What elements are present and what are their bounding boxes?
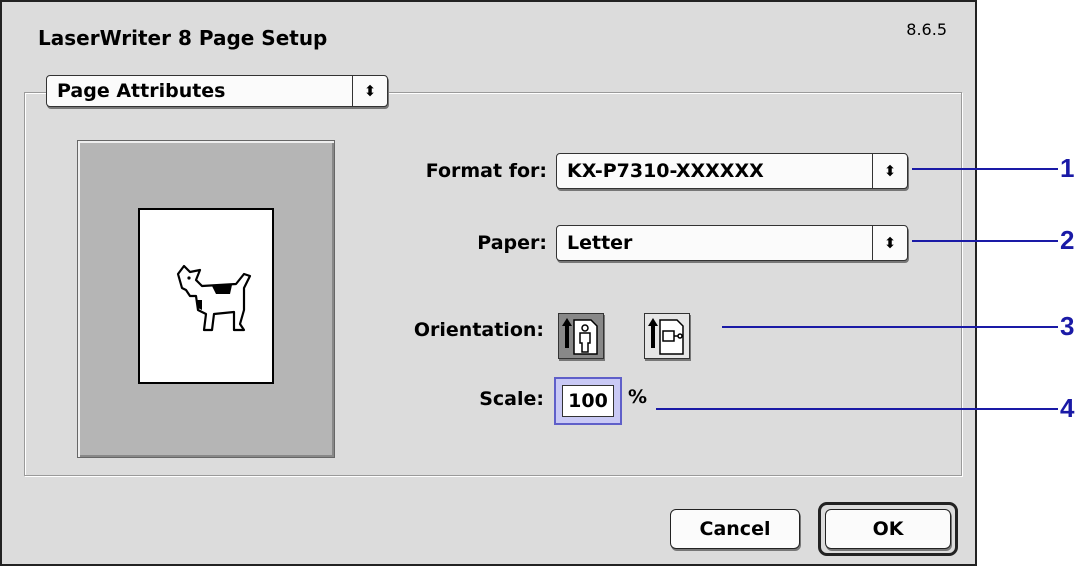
scale-unit: % [628,386,648,408]
dialog-title: LaserWriter 8 Page Setup [38,26,328,50]
portrait-orientation-icon [562,318,598,355]
section-popup-value: Page Attributes [57,80,226,102]
format-for-value: KX-P7310-XXXXXX [567,160,764,182]
callout-number-3: 3 [1060,311,1075,341]
paper-label: Paper: [477,232,547,254]
landscape-orientation-icon [648,318,684,355]
scale-label: Scale: [479,388,544,410]
page-setup-dialog: LaserWriter 8 Page Setup 8.6.5 Page Attr… [0,0,977,566]
version-label: 8.6.5 [906,20,947,39]
landscape-orientation-button[interactable] [644,313,690,359]
portrait-orientation-button[interactable] [558,313,604,359]
section-popup[interactable]: Page Attributes ⬍ [46,75,388,107]
popup-arrows-icon: ⬍ [872,154,907,188]
orientation-label: Orientation: [413,319,544,341]
cancel-button[interactable]: Cancel [670,509,800,549]
scale-field-focus-ring: 100 [554,377,622,425]
popup-arrows-icon: ⬍ [352,76,387,106]
format-for-label: Format for: [425,160,547,182]
callout-number-1: 1 [1060,153,1075,183]
callout-line-2 [912,240,1058,242]
callout-number-2: 2 [1060,225,1075,255]
page-preview [77,140,335,458]
callout-line-3 [722,326,1058,328]
popup-arrows-icon: ⬍ [872,226,907,260]
format-for-popup[interactable]: KX-P7310-XXXXXX ⬍ [556,153,908,189]
callout-number-4: 4 [1060,393,1075,423]
callout-line-4 [656,408,1058,410]
callout-line-1 [912,168,1058,170]
dogcow-icon [176,264,252,332]
preview-paper [138,208,274,384]
paper-value: Letter [567,232,633,254]
scale-input[interactable]: 100 [562,385,614,417]
ok-button[interactable]: OK [825,509,951,549]
paper-popup[interactable]: Letter ⬍ [556,225,908,261]
